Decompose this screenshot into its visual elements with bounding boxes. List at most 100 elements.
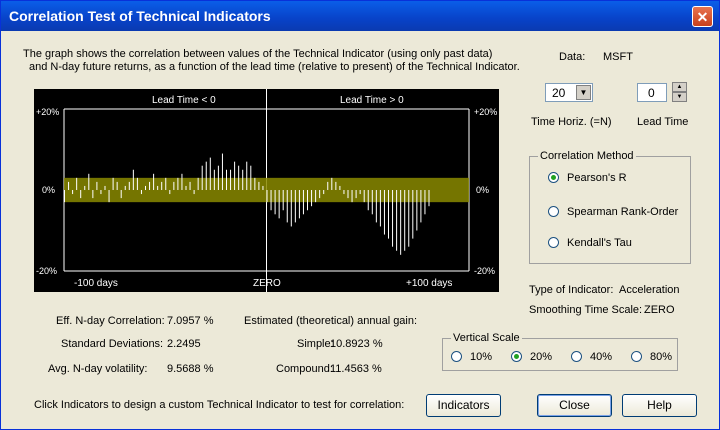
chart-bar <box>213 169 215 190</box>
radio-dot <box>571 351 582 362</box>
chart-bar <box>359 190 361 195</box>
smoothing-value: ZERO <box>644 304 675 316</box>
data-symbol: MSFT <box>603 51 633 63</box>
chart-bar <box>140 190 142 195</box>
chart-bar <box>128 181 130 190</box>
lead-time-input[interactable]: 0 <box>637 83 667 102</box>
radio-dot <box>548 172 559 183</box>
description: The graph shows the correlation between … <box>23 48 520 74</box>
chart-bar <box>363 190 365 203</box>
chart-bar <box>104 185 106 190</box>
chart-bar <box>298 190 300 219</box>
y-tick-bottom-right: -20% <box>474 266 495 276</box>
radio-scale-40[interactable]: 40% <box>571 351 612 363</box>
chart-bar <box>258 181 260 190</box>
dialog-window: Correlation Test of Technical Indicators… <box>0 0 720 430</box>
close-window-icon[interactable]: ✕ <box>692 6 713 27</box>
title-bar[interactable]: Correlation Test of Technical Indicators… <box>1 1 719 31</box>
chart-bar <box>246 161 248 190</box>
chart-bar <box>242 169 244 190</box>
description-line-1: The graph shows the correlation between … <box>23 48 493 60</box>
radio-scale-40-label: 40% <box>590 351 613 363</box>
vol-label: Avg. N-day volatility: <box>48 363 148 375</box>
chart-bar <box>379 190 381 227</box>
chart-bar <box>254 177 256 190</box>
chart-bar <box>161 181 163 190</box>
y-tick-mid-left: 0% <box>42 185 55 195</box>
spin-down-icon[interactable]: ▼ <box>672 92 687 102</box>
chart-bar <box>124 185 126 190</box>
chart-bar <box>343 190 345 195</box>
sd-value: 2.2495 <box>167 338 201 350</box>
radio-scale-80[interactable]: 80% <box>631 351 672 363</box>
chart-bar <box>424 190 426 215</box>
chart-bar <box>80 190 82 199</box>
chart-bar <box>221 153 223 190</box>
radio-dot <box>548 237 559 248</box>
data-label: Data: <box>559 51 586 63</box>
chart-bar <box>153 173 155 190</box>
indicators-button[interactable]: Indicators <box>426 394 501 417</box>
correlation-chart: Lead Time < 0 Lead Time > 0 +20% +20% 0%… <box>34 89 499 292</box>
smoothing-label: Smoothing Time Scale: <box>529 304 643 316</box>
chart-bar <box>392 190 394 247</box>
radio-kendall[interactable]: Kendall's Tau <box>548 237 632 249</box>
chart-bar <box>282 190 284 211</box>
window-title: Correlation Test of Technical Indicators <box>9 8 271 24</box>
chart-bar <box>100 190 102 195</box>
lead-time-value: 0 <box>648 86 655 100</box>
chart-bar <box>201 165 203 190</box>
chart-bar <box>173 181 175 190</box>
lead-time-spinner[interactable]: ▲ ▼ <box>672 82 687 102</box>
chart-bar <box>217 165 219 190</box>
chart-bar <box>416 190 418 231</box>
simple-label: Simple: <box>297 338 334 350</box>
y-tick-bottom-left: -20% <box>36 266 57 276</box>
corr-value: 7.0957 % <box>167 315 214 327</box>
corr-label: Eff. N-day Correlation: <box>56 315 165 327</box>
chart-bar <box>226 169 227 190</box>
time-horiz-select[interactable]: 20 ▼ <box>545 83 593 102</box>
chart-bar <box>311 190 313 207</box>
help-button[interactable]: Help <box>622 394 697 417</box>
radio-pearson[interactable]: Pearson's R <box>548 172 627 184</box>
chart-bar <box>270 190 272 211</box>
chart-bar <box>339 185 341 190</box>
chart-bar <box>205 161 207 190</box>
chart-canvas: Lead Time < 0 Lead Time > 0 +20% +20% 0%… <box>36 89 497 292</box>
chart-bar <box>375 190 377 223</box>
chart-bar <box>209 157 211 190</box>
chart-bar <box>307 190 308 211</box>
radio-dot <box>548 206 559 217</box>
lead-time-label: Lead Time <box>637 116 689 128</box>
chart-bar <box>136 177 138 190</box>
radio-scale-20[interactable]: 20% <box>511 351 552 363</box>
y-tick-top-left: +20% <box>36 107 59 117</box>
chart-bar <box>383 190 385 235</box>
chart-bar <box>371 190 373 215</box>
radio-pearson-label: Pearson's R <box>567 172 627 184</box>
chart-bar <box>185 185 187 190</box>
chart-bar <box>177 177 179 190</box>
chart-bar <box>88 173 90 190</box>
radio-kendall-label: Kendall's Tau <box>567 237 632 249</box>
chart-bar <box>408 190 410 247</box>
chart-bar <box>347 190 349 199</box>
x-tick-zero: ZERO <box>253 278 281 289</box>
chart-bar <box>302 190 304 215</box>
radio-scale-80-label: 80% <box>650 351 673 363</box>
radio-dot <box>631 351 642 362</box>
close-button[interactable]: Close <box>537 394 612 417</box>
spin-up-icon[interactable]: ▲ <box>672 82 687 92</box>
chart-bar <box>404 190 406 251</box>
radio-scale-10[interactable]: 10% <box>451 351 492 363</box>
chart-bar <box>112 177 114 190</box>
description-line-2: and N-day future returns, as a function … <box>29 61 520 73</box>
chevron-down-icon[interactable]: ▼ <box>576 85 591 100</box>
x-tick-left: -100 days <box>74 278 118 289</box>
radio-spearman-label: Spearman Rank-Order <box>567 206 679 218</box>
chart-bar <box>266 190 268 203</box>
radio-spearman[interactable]: Spearman Rank-Order <box>548 206 678 218</box>
chart-bar <box>400 190 402 255</box>
vertical-scale-legend: Vertical Scale <box>451 332 522 344</box>
